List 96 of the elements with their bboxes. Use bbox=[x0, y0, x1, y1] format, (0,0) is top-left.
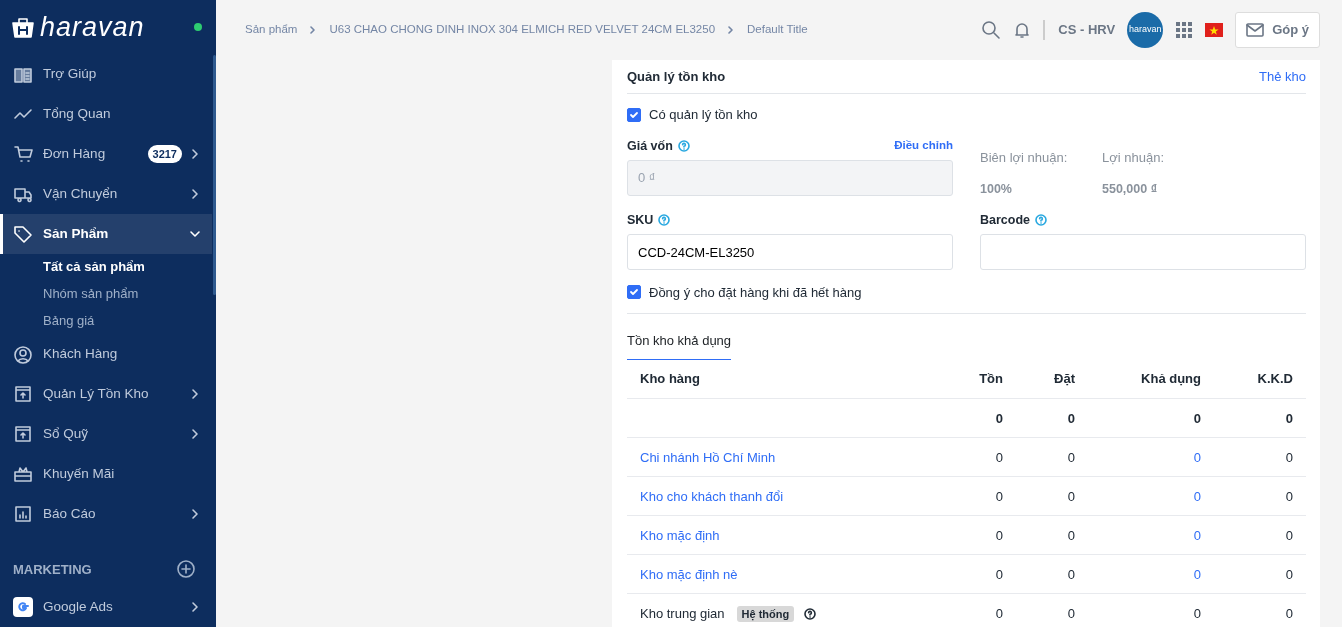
tab[interactable]: Tồn kho khả dụng bbox=[627, 331, 732, 360]
nav-item[interactable]: Google Ads bbox=[0, 587, 212, 627]
submenu-item[interactable]: Nhóm sản phẩm bbox=[0, 280, 212, 308]
nav-item[interactable]: Tổng Quan bbox=[0, 94, 212, 135]
mail-icon bbox=[1246, 23, 1265, 37]
flag-icon bbox=[1205, 23, 1224, 37]
sku-field[interactable]: CCD-24CM-EL3250 bbox=[627, 234, 953, 271]
apps-grid-icon bbox=[1175, 21, 1194, 39]
table-cell: 0 bbox=[1067, 488, 1075, 504]
table-cell: 0 bbox=[1067, 605, 1075, 621]
table-cell: 0 bbox=[995, 488, 1003, 504]
checkbox-label: Đồng ý cho đặt hàng khi đã hết hàng bbox=[649, 283, 862, 302]
chevron-right-icon bbox=[309, 26, 318, 34]
chevron-right-icon bbox=[727, 26, 736, 34]
submenu-item[interactable]: Tất cả sản phẩm bbox=[0, 253, 212, 281]
warehouse-link[interactable]: Chi nhánh Hồ Chí Minh bbox=[640, 449, 776, 465]
table-cell: 0 bbox=[995, 527, 1003, 543]
warehouse-link[interactable]: Kho mặc định nè bbox=[640, 566, 738, 582]
avatar[interactable]: haravan bbox=[1127, 12, 1164, 48]
table-cell: 0 bbox=[995, 605, 1003, 621]
table-cell: 0 bbox=[995, 449, 1003, 465]
nav-item[interactable]: Khuyến Mãi bbox=[0, 454, 212, 494]
help-icon bbox=[677, 140, 690, 152]
add-icon bbox=[177, 560, 195, 579]
breadcrumb-link[interactable]: Sản phẩm bbox=[245, 21, 298, 39]
count-badge: 3217 bbox=[147, 144, 182, 164]
breadcrumb-link[interactable]: Default Title bbox=[747, 21, 808, 39]
table-cell: 0 bbox=[1285, 566, 1293, 582]
available-link[interactable]: 0 bbox=[1193, 449, 1201, 465]
feedback-button[interactable]: Góp ý bbox=[1235, 12, 1320, 48]
stat-label: Biên lợi nhuận: bbox=[980, 149, 1069, 167]
nav-item[interactable]: Sản Phẩm bbox=[0, 213, 212, 254]
field-label: SKU bbox=[627, 211, 654, 229]
barcode-field[interactable] bbox=[980, 234, 1306, 271]
bell-icon bbox=[1013, 21, 1032, 39]
cost-field: 0 ₫ bbox=[627, 160, 953, 196]
available-link[interactable]: 0 bbox=[1193, 488, 1201, 504]
table-cell: 0 bbox=[1193, 410, 1201, 426]
logo-text: haravan bbox=[40, 13, 145, 41]
table-cell: 0 bbox=[1067, 527, 1075, 543]
table-cell: 0 bbox=[1285, 410, 1293, 426]
cart-icon bbox=[13, 144, 33, 165]
nav-item[interactable]: Sổ Quỹ bbox=[0, 414, 212, 455]
nav-item[interactable]: Vận Chuyển bbox=[0, 174, 212, 214]
archive-icon bbox=[13, 384, 33, 405]
submenu-item[interactable]: Bảng giá bbox=[0, 307, 212, 335]
column-header: K.K.D bbox=[1214, 359, 1306, 399]
column-header: Khả dụng bbox=[1088, 359, 1214, 399]
available-link[interactable]: 0 bbox=[1193, 527, 1201, 543]
stat-value: 550,000 ₫ bbox=[1102, 180, 1159, 198]
table-cell: 0 bbox=[1285, 449, 1293, 465]
table-cell: 0 bbox=[1285, 527, 1293, 543]
check-icon bbox=[629, 110, 639, 120]
nav-item[interactable]: Trợ Giúp bbox=[0, 54, 212, 95]
stat-value: 100% bbox=[980, 180, 1013, 198]
tag-icon bbox=[13, 223, 33, 244]
nav-item[interactable]: Đơn Hàng 3217 bbox=[0, 134, 212, 175]
checkbox-label: Có quản lý tồn kho bbox=[649, 106, 758, 125]
section-title: Quản lý tồn kho bbox=[627, 67, 726, 86]
account-name[interactable]: CS - HRV bbox=[1043, 20, 1116, 40]
checkbox[interactable] bbox=[627, 285, 641, 300]
system-tag: Hệ thống bbox=[736, 605, 795, 622]
search-icon bbox=[981, 20, 1002, 40]
checkbox[interactable] bbox=[627, 108, 641, 122]
table-cell: 0 bbox=[995, 410, 1003, 426]
table-cell: 0 bbox=[1067, 410, 1075, 426]
check-icon bbox=[629, 287, 639, 298]
nav-item[interactable]: Báo Cáo bbox=[0, 493, 212, 534]
breadcrumb-link[interactable]: U63 CHAO CHONG DINH INOX 304 ELMICH RED VELVET 24CM EL3250 bbox=[329, 21, 716, 39]
stat-label: Lợi nhuận: bbox=[1102, 149, 1166, 167]
table-cell: 0 bbox=[1067, 566, 1075, 582]
stock-card-link[interactable]: Thẻ kho bbox=[1259, 66, 1306, 87]
archive-icon bbox=[13, 424, 33, 445]
person-icon bbox=[13, 344, 33, 365]
bar-chart-icon bbox=[13, 503, 33, 524]
available-link[interactable]: 0 bbox=[1193, 566, 1201, 582]
warehouse-name: Kho trung gian bbox=[640, 605, 725, 621]
table-cell: 0 bbox=[1067, 449, 1075, 465]
help-icon bbox=[658, 214, 671, 227]
table-cell: 0 bbox=[995, 566, 1003, 582]
table-cell: 0 bbox=[1193, 605, 1201, 621]
field-label: Giá vốn bbox=[627, 137, 673, 155]
gift-icon bbox=[13, 464, 33, 484]
warehouse-link[interactable]: Kho cho khách thanh đổi bbox=[640, 488, 784, 504]
help-icon bbox=[1035, 214, 1048, 227]
table-cell: 0 bbox=[1285, 605, 1293, 621]
nav-item[interactable]: Khách Hàng bbox=[0, 334, 212, 375]
nav-item[interactable]: Quản Lý Tồn Kho bbox=[0, 374, 212, 415]
column-header: Tồn bbox=[940, 359, 1016, 399]
column-header: Kho hàng bbox=[627, 359, 940, 399]
column-header: Đặt bbox=[1016, 359, 1088, 399]
warehouse-link[interactable]: Kho mặc định bbox=[640, 527, 720, 543]
help-icon bbox=[804, 608, 817, 621]
section-heading: MARKETING bbox=[13, 560, 92, 579]
field-label: Barcode bbox=[980, 211, 1031, 229]
table-cell: 0 bbox=[1285, 488, 1293, 504]
